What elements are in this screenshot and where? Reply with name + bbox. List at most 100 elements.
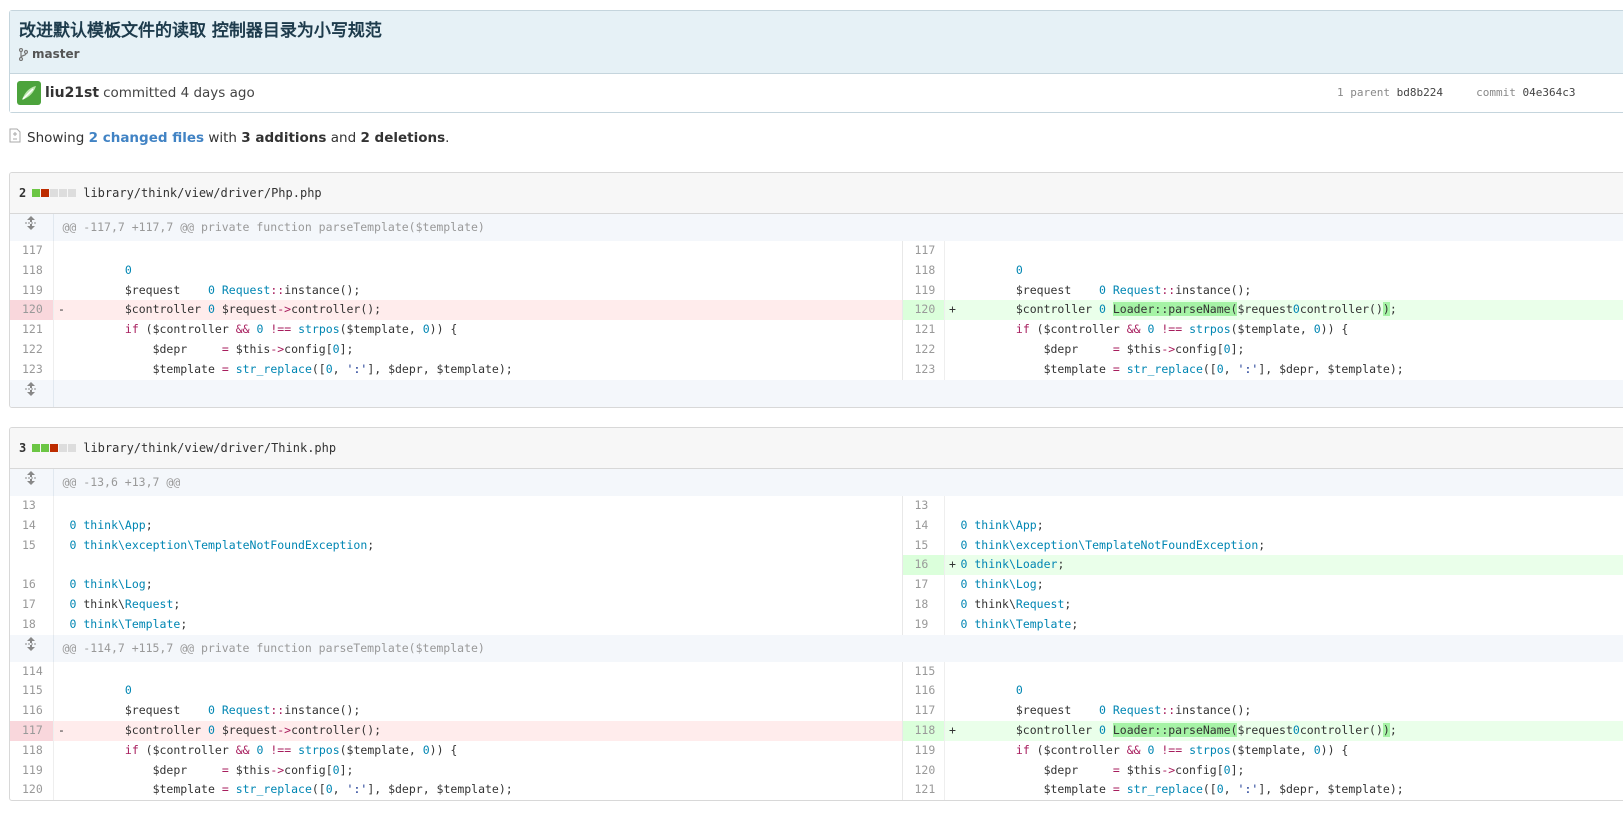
line-number-left[interactable]: 117	[10, 720, 54, 741]
code-left	[53, 496, 902, 516]
diffstat-block	[59, 189, 68, 197]
line-number-right[interactable]: 122	[901, 339, 945, 360]
parent-label: 1 parent	[1337, 86, 1390, 99]
commit-header: 改进默认模板文件的读取 控制器目录为小写规范 master	[10, 11, 1623, 74]
line-number-left[interactable]: 121	[10, 320, 54, 340]
line-number-right[interactable]: 15	[901, 535, 945, 556]
line-number-right[interactable]: 14	[901, 515, 945, 536]
expand-icon[interactable]	[10, 634, 54, 662]
code-left	[53, 662, 902, 682]
hunk-header-text	[53, 379, 1623, 407]
diff-line: 117 117	[10, 241, 1623, 261]
line-number-left[interactable]: 117	[10, 241, 54, 261]
commit-label: commit	[1476, 86, 1516, 99]
hunk-header-text: @@ -13,6 +13,7 @@	[53, 469, 1623, 496]
file-diff: 3 library/think/view/driver/Think.php @@…	[9, 427, 1623, 802]
diff-line: 120 $template = str_replace([0, ':'], $d…	[10, 780, 1623, 801]
line-number-right[interactable]: 16	[901, 555, 945, 576]
line-number-right[interactable]: 118	[901, 260, 945, 281]
line-number-right[interactable]: 116	[901, 681, 945, 702]
diffstat-block	[41, 444, 50, 452]
line-number-left[interactable]: 118	[10, 260, 54, 281]
file-diff-icon	[9, 128, 21, 147]
line-number-right[interactable]: 115	[901, 661, 945, 682]
parent-sha[interactable]: bd8b224	[1397, 86, 1443, 99]
line-number-left[interactable]: 16	[10, 575, 54, 595]
branch-label[interactable]: master	[19, 47, 1623, 61]
diff-line: 13 13	[10, 496, 1623, 516]
changed-files-link[interactable]: 2 changed files	[89, 130, 204, 146]
line-number-left[interactable]: 17	[10, 594, 54, 615]
code-right: 0 think\App;	[960, 517, 1044, 532]
diff-line: 116 $request 0 Request::instance(); 117 $…	[10, 701, 1623, 721]
line-number-left[interactable]: 14	[10, 515, 54, 536]
line-number-right[interactable]: 17	[901, 575, 945, 595]
line-number-right[interactable]: 13	[901, 496, 945, 516]
file-path[interactable]: library/think/view/driver/Php.php	[83, 186, 321, 200]
line-number-left[interactable]: 115	[10, 681, 54, 702]
avatar[interactable]	[17, 81, 41, 105]
file-path[interactable]: library/think/view/driver/Think.php	[83, 441, 336, 455]
line-number-left[interactable]: 114	[10, 661, 54, 682]
line-number-right[interactable]: 118	[901, 720, 945, 741]
code-left	[53, 241, 902, 261]
code-right: 0	[1015, 262, 1023, 277]
code-right: $request 0 Request::instance();	[960, 703, 1252, 718]
file-diff: 2 library/think/view/driver/Php.php @@ -…	[9, 172, 1623, 408]
line-number-right[interactable]: 120	[901, 760, 945, 781]
line-number-right[interactable]: 18	[901, 594, 945, 615]
code-right	[944, 241, 1623, 261]
line-number-left[interactable]: 18	[10, 614, 54, 635]
line-number-right[interactable]: 117	[901, 241, 945, 261]
code-right: $depr = $this->config[0];	[960, 341, 1245, 356]
code-right: +0 think\Loader;	[944, 555, 1623, 576]
line-number-left[interactable]: 123	[10, 359, 54, 380]
line-number-right[interactable]: 119	[901, 280, 945, 301]
line-number-left[interactable]: 118	[10, 740, 54, 761]
diff-line: 119 $request 0 Request::instance(); 119 $…	[10, 280, 1623, 301]
diff-line: 123 $template = str_replace([0, ':'], $d…	[10, 359, 1623, 380]
line-number-right[interactable]: 123	[901, 359, 945, 380]
diff-line: 16 +0 think\Loader;	[10, 555, 1623, 576]
line-number-right[interactable]: 120	[901, 300, 945, 321]
commit-sha: 04e364c3	[1522, 86, 1576, 99]
line-number-left[interactable]	[10, 555, 54, 576]
diff-table: @@ -13,6 +13,7 @@ 13 13 14 0 think\App; 14 0 t…	[10, 469, 1623, 801]
code-right: if ($controller && 0 !== strpos($templat…	[1015, 742, 1349, 757]
line-number-right[interactable]: 119	[901, 740, 945, 761]
commit-meta: liu21st committed 4 days ago 1 parent bd…	[10, 74, 1623, 112]
code-left: 0 think\App;	[69, 517, 153, 532]
code-left: $request 0 Request::instance();	[69, 703, 361, 718]
line-number-left[interactable]: 119	[10, 280, 54, 301]
line-number-left[interactable]: 15	[10, 535, 54, 556]
line-number-right[interactable]: 117	[901, 701, 945, 721]
code-left: $request 0 Request::instance();	[69, 282, 361, 297]
line-number-left[interactable]: 120	[10, 780, 54, 801]
diff-line: 122 $depr = $this->config[0]; 122 $depr =…	[10, 339, 1623, 360]
code-right: 0	[1015, 683, 1023, 698]
code-right: $template = str_replace([0, ':'], $depr,…	[960, 361, 1404, 376]
line-number-right[interactable]: 121	[901, 780, 945, 801]
author-name[interactable]: liu21st	[45, 85, 99, 101]
commit-box: 改进默认模板文件的读取 控制器目录为小写规范 master liu21st co…	[9, 10, 1623, 113]
line-number-left[interactable]: 119	[10, 760, 54, 781]
file-header: 2 library/think/view/driver/Php.php	[10, 173, 1623, 214]
file-change-count: 2	[19, 186, 27, 200]
expand-icon[interactable]	[10, 469, 54, 496]
line-number-right[interactable]: 121	[901, 320, 945, 340]
diff-summary: Showing 2 changed files with 3 additions…	[9, 128, 449, 147]
expand-icon[interactable]	[10, 379, 54, 407]
line-number-left[interactable]: 122	[10, 339, 54, 360]
commit-title: 改进默认模板文件的读取 控制器目录为小写规范	[19, 21, 382, 41]
diff-line: 14 0 think\App; 14 0 think\App;	[10, 515, 1623, 536]
diff-line: 115 0 116 0	[10, 681, 1623, 702]
line-number-left[interactable]: 116	[10, 701, 54, 721]
diff-line: 120- $controller 0 $request->controller(…	[10, 300, 1623, 321]
line-number-left[interactable]: 120	[10, 300, 54, 321]
line-number-left[interactable]: 13	[10, 496, 54, 516]
diffstat-block	[32, 189, 41, 197]
line-number-right[interactable]: 19	[901, 614, 945, 635]
code-left: - $controller 0 $request->controller();	[53, 300, 902, 321]
diff-line: 15 0 think\exception\TemplateNotFoundExce…	[10, 535, 1623, 556]
expand-icon[interactable]	[10, 214, 54, 241]
